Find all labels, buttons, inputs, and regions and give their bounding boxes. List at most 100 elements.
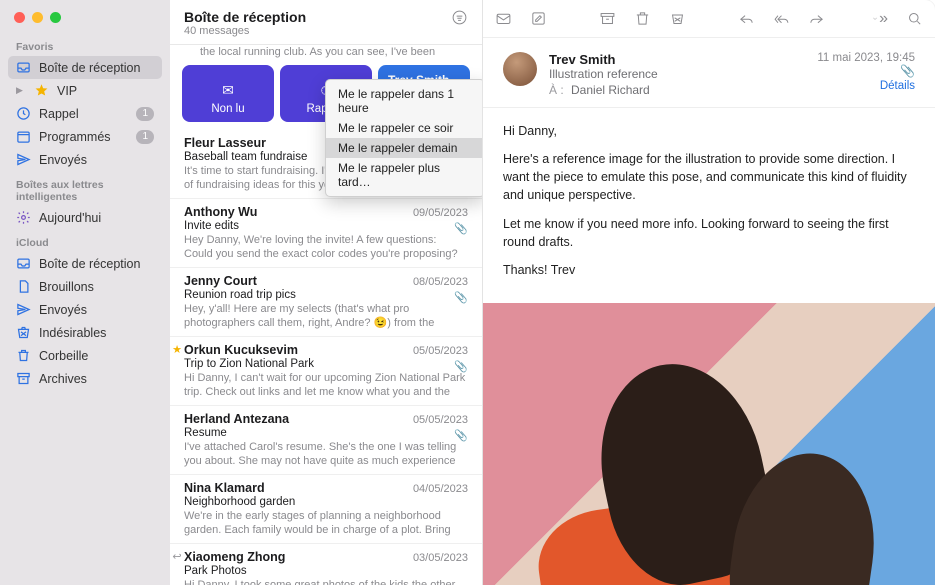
sidebar-item-vip[interactable]: ▶ VIP [8,79,162,102]
sidebar-item-archive[interactable]: Archives [8,367,162,390]
message-subject: Trip to Zion National Park [184,358,468,370]
remind-menu-item[interactable]: Me le rappeler demain [326,138,482,158]
more-icon[interactable]: » [871,10,888,27]
sidebar-item-icloud-sent[interactable]: Envoyés [8,298,162,321]
remind-menu-item[interactable]: Me le rappeler dans 1 heure [326,84,482,118]
attachment-image[interactable] [483,303,935,585]
message-from: Xiaomeng Zhong [184,550,285,564]
message-list-item[interactable]: Anthony Wu09/05/2023Invite edits📎Hey Dan… [170,199,482,268]
message-date: 08/05/2023 [413,276,468,288]
top-hits-row: ✉ Non lu ⏱ Rapp… Trev Smith Illustration… [170,59,482,130]
message-preview: I've attached Carol's resume. She's the … [184,440,468,468]
remind-menu-item[interactable]: Me le rappeler ce soir [326,118,482,138]
mailbox-title: Boîte de réception [184,9,306,25]
body-paragraph: Let me know if you need more info. Looki… [503,215,915,251]
minimize-window-button[interactable] [32,12,43,23]
message-header: Trev Smith Illustration reference À : Da… [483,38,935,108]
mailbox-message-count: 40 messages [184,25,306,37]
message-body: Hi Danny, Here's a reference image for t… [483,108,935,303]
star-icon [34,83,49,98]
sender-avatar[interactable] [503,52,537,86]
message-list-item[interactable]: Jenny Court 08/05/2023Reunion road trip p… [170,268,482,337]
filter-icon[interactable] [451,9,468,26]
sidebar-item-icloud-inbox[interactable]: Boîte de réception [8,252,162,275]
calendar-clock-icon [16,129,31,144]
banner-label: Non lu [211,103,244,115]
attachment-icon: 📎 [454,291,468,304]
message-subject: Resume [184,427,468,439]
junk-icon[interactable] [669,10,686,27]
close-window-button[interactable] [14,12,25,23]
mailbox-sidebar: Favoris Boîte de réception ▶ VIP Rappel … [0,0,170,585]
message-date: 03/05/2023 [413,552,468,564]
sidebar-item-inbox[interactable]: Boîte de réception [8,56,162,79]
sidebar-item-label: Brouillons [39,280,154,294]
message-list-item[interactable]: ★Orkun Kucuksevim05/05/2023Trip to Zion … [170,337,482,406]
zoom-window-button[interactable] [50,12,61,23]
details-link[interactable]: Détails [817,80,915,92]
archive-icon[interactable] [599,10,616,27]
sidebar-item-junk[interactable]: Indésirables [8,321,162,344]
inbox-icon [16,256,31,271]
message-date: 11 mai 2023, 19:45 [817,52,915,64]
window-controls [0,0,170,33]
sidebar-item-label: Boîte de réception [39,257,154,271]
replied-icon: ↩ [172,550,182,563]
message-from: Herland Antezana [184,412,289,426]
attachment-icon: 📎 [817,64,915,78]
junk-icon [16,325,31,340]
sidebar-item-scheduled[interactable]: Programmés 1 [8,125,162,148]
message-from: Orkun Kucuksevim [184,343,298,357]
reader-toolbar: » [483,0,935,38]
disclosure-triangle-icon[interactable]: ▶ [16,85,26,96]
message-list-item[interactable]: ↩Xiaomeng Zhong 03/05/2023Park PhotosHi D… [170,544,482,585]
remind-menu-item[interactable]: Me le rappeler plus tard… [326,158,482,192]
reply-icon[interactable] [738,10,755,27]
message-preview: Hi Danny, I took some great photos of th… [184,578,468,585]
to-label: À : [549,83,564,97]
archive-icon [16,371,31,386]
message-preview: Hey, y'all! Here are my selects (that's … [184,302,468,330]
inbox-icon [16,60,31,75]
sidebar-item-drafts[interactable]: Brouillons [8,275,162,298]
envelope-icon[interactable] [495,10,512,27]
message-date: 05/05/2023 [413,414,468,426]
message-subject: Park Photos [184,565,468,577]
message-subject: Illustration reference [549,67,805,81]
message-from: Jenny Court [184,274,257,288]
message-list-item[interactable]: Nina Klamard04/05/2023Neighborhood garde… [170,475,482,544]
clock-icon [16,106,31,121]
message-list-pane: Boîte de réception 40 messages the local… [170,0,483,585]
document-icon [16,279,31,294]
sidebar-section-header: iCloud [8,229,162,252]
message-subject: Reunion road trip pics [184,289,468,301]
message-date: 09/05/2023 [413,207,468,219]
sidebar-item-label: Envoyés [39,303,154,317]
sidebar-item-sent[interactable]: Envoyés [8,148,162,171]
compose-icon[interactable] [530,10,547,27]
sidebar-item-today[interactable]: Aujourd'hui [8,206,162,229]
banner-unread[interactable]: ✉ Non lu [182,65,274,122]
message-to: Daniel Richard [571,83,650,97]
attachment-icon: 📎 [454,429,468,442]
sidebar-item-label: VIP [57,84,154,98]
message-date: 04/05/2023 [413,483,468,495]
message-list-item[interactable]: Herland Antezana 05/05/2023Resume📎I've at… [170,406,482,475]
sidebar-item-label: Programmés [39,130,128,144]
attachment-icon: 📎 [454,360,468,373]
trash-icon[interactable] [634,10,651,27]
attachment-icon: 📎 [454,222,468,235]
paperplane-icon [16,152,31,167]
sidebar-item-label: Envoyés [39,153,154,167]
sidebar-item-label: Rappel [39,107,128,121]
sidebar-item-remind[interactable]: Rappel 1 [8,102,162,125]
sidebar-item-trash[interactable]: Corbeille [8,344,162,367]
search-icon[interactable] [906,10,923,27]
message-from: Anthony Wu [184,205,257,219]
reply-all-icon[interactable] [773,10,790,27]
forward-icon[interactable] [808,10,825,27]
message-preview: We're in the early stages of planning a … [184,509,468,537]
message-date: 05/05/2023 [413,345,468,357]
sidebar-badge: 1 [136,107,154,121]
gear-icon [16,210,31,225]
